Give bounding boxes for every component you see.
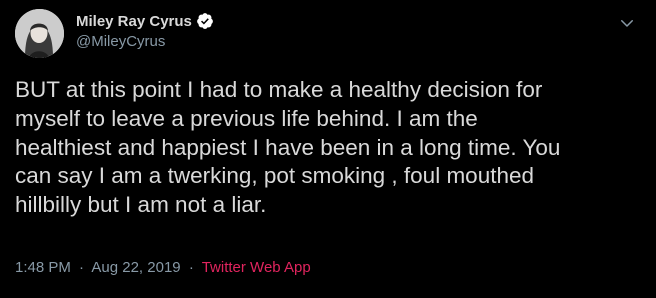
tweet-card: Miley Ray Cyrus @MileyCyrus BUT at this … (0, 0, 656, 298)
author-name[interactable]: Miley Ray Cyrus (76, 13, 192, 30)
tweet-text: BUT at this point I had to make a health… (15, 77, 561, 218)
tweet-date[interactable]: Aug 22, 2019 (91, 259, 180, 276)
meta-separator: · (188, 259, 194, 276)
meta-separator: · (79, 259, 85, 276)
tweet-source-link[interactable]: Twitter Web App (202, 259, 311, 276)
tweet-time[interactable]: 1:48 PM (15, 259, 71, 276)
chevron-down-icon[interactable] (618, 14, 636, 32)
tweet-meta: 1:48 PM · Aug 22, 2019 · Twitter Web App (15, 259, 311, 276)
avatar-image (15, 9, 64, 58)
tweet-header: Miley Ray Cyrus @MileyCyrus (76, 11, 214, 50)
name-row: Miley Ray Cyrus (76, 11, 214, 31)
verified-badge-icon (196, 12, 214, 30)
avatar[interactable] (15, 9, 64, 58)
author-handle[interactable]: @MileyCyrus (76, 33, 214, 50)
